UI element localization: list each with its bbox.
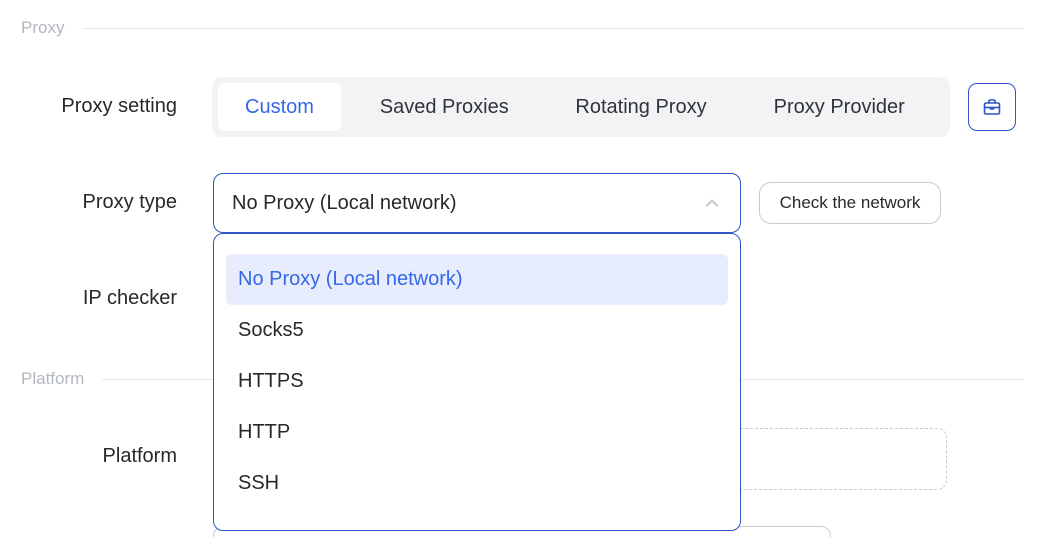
proxy-section-header: Proxy bbox=[21, 18, 1024, 38]
check-network-button[interactable]: Check the network bbox=[759, 182, 941, 224]
chevron-up-icon bbox=[702, 193, 722, 213]
option-ssh[interactable]: SSH bbox=[226, 458, 728, 509]
saved-proxy-bag-button[interactable] bbox=[968, 83, 1016, 131]
option-socks5[interactable]: Socks5 bbox=[226, 305, 728, 356]
proxy-type-select[interactable]: No Proxy (Local network) bbox=[213, 173, 741, 233]
proxy-type-label: Proxy type bbox=[82, 191, 177, 213]
bag-icon bbox=[983, 99, 1001, 115]
proxy-setting-label: Proxy setting bbox=[61, 95, 177, 117]
proxy-setting-segmented: Custom Saved Proxies Rotating Proxy Prox… bbox=[212, 77, 950, 137]
platform-label: Platform bbox=[102, 445, 177, 467]
tab-custom[interactable]: Custom bbox=[218, 83, 341, 131]
proxy-section-title: Proxy bbox=[21, 18, 65, 37]
option-https[interactable]: HTTPS bbox=[226, 356, 728, 407]
tab-rotating-proxy[interactable]: Rotating Proxy bbox=[548, 83, 735, 131]
option-no-proxy[interactable]: No Proxy (Local network) bbox=[226, 254, 728, 305]
section-divider bbox=[82, 27, 1024, 29]
proxy-type-dropdown: No Proxy (Local network) Socks5 HTTPS HT… bbox=[213, 233, 741, 531]
tab-saved-proxies[interactable]: Saved Proxies bbox=[341, 83, 548, 131]
tab-proxy-provider[interactable]: Proxy Provider bbox=[734, 83, 944, 131]
proxy-type-value: No Proxy (Local network) bbox=[232, 191, 457, 214]
option-http[interactable]: HTTP bbox=[226, 407, 728, 458]
proxy-settings-page: Proxy Proxy setting Custom Saved Proxies… bbox=[0, 0, 1053, 537]
platform-section-title: Platform bbox=[21, 369, 85, 388]
ip-checker-label: IP checker bbox=[82, 287, 177, 309]
